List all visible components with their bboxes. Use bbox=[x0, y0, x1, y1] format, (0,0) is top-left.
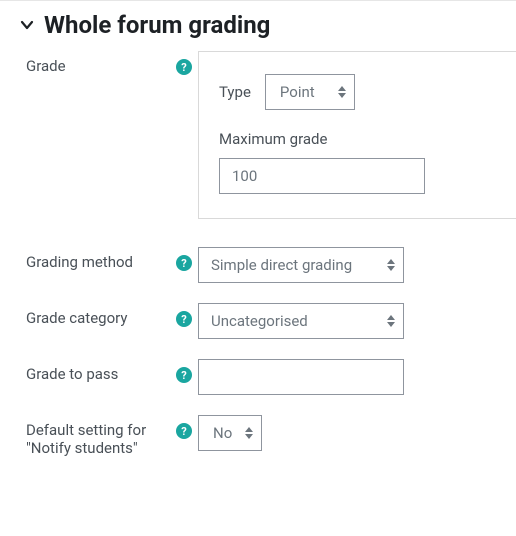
select-caret-icon bbox=[387, 315, 395, 327]
max-grade-label: Maximum grade bbox=[219, 130, 496, 148]
type-select[interactable]: Point bbox=[265, 74, 355, 110]
chevron-down-icon bbox=[18, 16, 36, 34]
select-caret-icon bbox=[245, 427, 253, 439]
grading-method-label: Grading method bbox=[10, 247, 170, 271]
grade-to-pass-label: Grade to pass bbox=[10, 359, 170, 383]
grade-category-label: Grade category bbox=[10, 303, 170, 327]
notify-students-select[interactable]: No bbox=[198, 415, 262, 451]
type-label: Type bbox=[219, 83, 251, 101]
section-title: Whole forum grading bbox=[44, 11, 270, 39]
grade-to-pass-input[interactable] bbox=[198, 359, 404, 395]
help-icon[interactable]: ? bbox=[176, 59, 192, 75]
grade-category-select[interactable]: Uncategorised bbox=[198, 303, 404, 339]
whole-forum-grading-section: Whole forum grading Grade ? Type Point bbox=[0, 0, 516, 459]
max-grade-input[interactable] bbox=[219, 158, 425, 194]
select-caret-icon bbox=[387, 259, 395, 271]
grade-label: Grade bbox=[10, 51, 170, 75]
select-caret-icon bbox=[338, 86, 346, 98]
help-icon[interactable]: ? bbox=[176, 367, 192, 383]
help-icon[interactable]: ? bbox=[176, 255, 192, 271]
notify-students-label: Default setting for "Notify students" bbox=[10, 415, 170, 457]
help-icon[interactable]: ? bbox=[176, 311, 192, 327]
grade-panel: Type Point Maximum grade bbox=[198, 51, 516, 219]
help-icon[interactable]: ? bbox=[176, 423, 192, 439]
section-heading[interactable]: Whole forum grading bbox=[0, 1, 516, 49]
grading-method-select[interactable]: Simple direct grading bbox=[198, 247, 404, 283]
